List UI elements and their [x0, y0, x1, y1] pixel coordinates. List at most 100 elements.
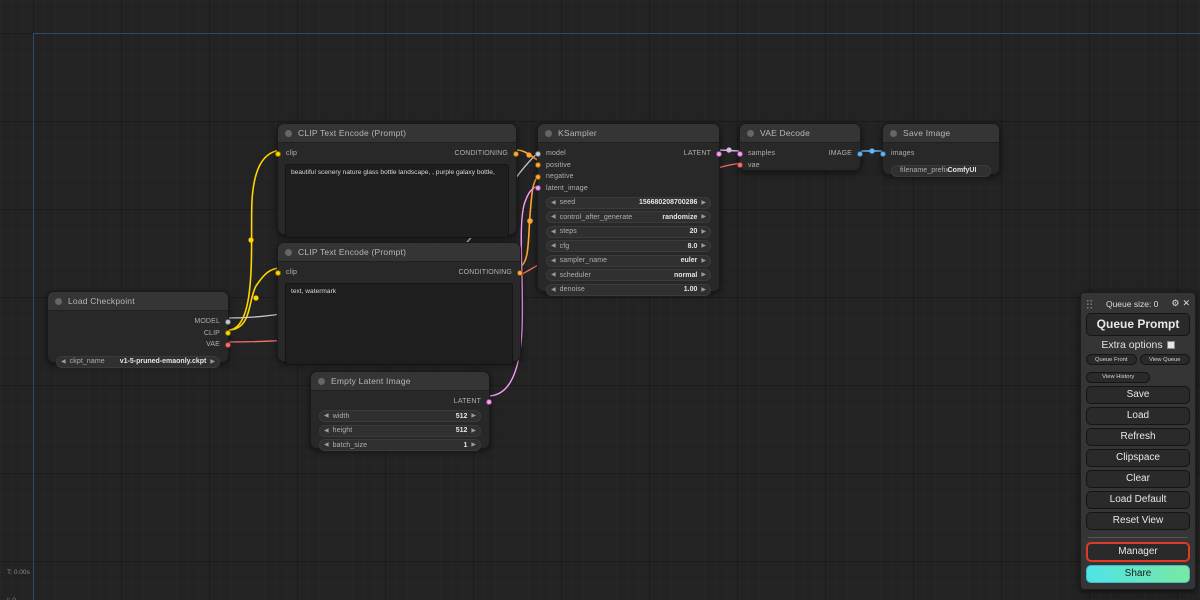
- prompt-textarea[interactable]: beautiful scenery nature glass bottle la…: [285, 163, 509, 238]
- node-header[interactable]: VAE Decode: [740, 124, 860, 143]
- port-negative-icon[interactable]: [535, 173, 541, 180]
- refresh-button[interactable]: Refresh: [1086, 428, 1190, 446]
- widget-scheduler[interactable]: ◀ scheduler normal ▶: [546, 269, 711, 281]
- slot-samples-in[interactable]: samples IMAGE: [737, 148, 863, 160]
- widget-control-after-generate[interactable]: ◀ control_after_generate randomize ▶: [546, 211, 711, 223]
- collapse-dot-icon[interactable]: [285, 248, 292, 256]
- node-clip-text-encode-negative[interactable]: CLIP Text Encode (Prompt) clip CONDITION…: [275, 242, 523, 365]
- slot-model-in[interactable]: model LATENT: [535, 148, 722, 160]
- node-header[interactable]: Empty Latent Image: [311, 372, 489, 391]
- prompt-textarea[interactable]: text, watermark: [285, 282, 513, 365]
- reset-view-button[interactable]: Reset View: [1086, 512, 1190, 530]
- port-conditioning-icon[interactable]: [517, 269, 523, 276]
- node-vae-decode[interactable]: VAE Decode samples IMAGE vae: [737, 123, 863, 172]
- port-images-icon[interactable]: [880, 150, 886, 157]
- decrement-arrow-icon[interactable]: ◀: [551, 243, 556, 249]
- collapse-dot-icon[interactable]: [747, 129, 754, 137]
- widget-filename-prefix[interactable]: filename_prefix ComfyUI: [891, 164, 991, 177]
- extra-options-row[interactable]: Extra options: [1086, 339, 1190, 351]
- node-load-checkpoint[interactable]: Load Checkpoint MODEL CLIP VAE ◀ ckpt_na…: [47, 291, 231, 368]
- slot-images-in[interactable]: images: [880, 148, 999, 160]
- port-latent-image-icon[interactable]: [535, 185, 541, 192]
- increment-arrow-icon[interactable]: ▶: [471, 428, 476, 434]
- port-latent-icon[interactable]: [486, 398, 492, 405]
- increment-arrow-icon[interactable]: ▶: [701, 287, 706, 293]
- collapse-dot-icon[interactable]: [285, 129, 292, 137]
- node-header[interactable]: KSampler: [538, 124, 719, 143]
- previous-arrow-icon[interactable]: ◀: [61, 359, 66, 365]
- increment-arrow-icon[interactable]: ▶: [701, 258, 706, 264]
- port-clip-icon[interactable]: [275, 269, 281, 276]
- decrement-arrow-icon[interactable]: ◀: [324, 428, 329, 434]
- widget-denoise[interactable]: ◀ denoise 1.00 ▶: [546, 283, 711, 296]
- decrement-arrow-icon[interactable]: ◀: [551, 214, 556, 220]
- increment-arrow-icon[interactable]: ▶: [471, 442, 476, 448]
- save-button[interactable]: Save: [1086, 386, 1190, 404]
- port-model-icon[interactable]: [225, 318, 231, 325]
- widget-steps[interactable]: ◀ steps 20 ▶: [546, 225, 711, 238]
- drag-handle-icon[interactable]: [1086, 298, 1093, 309]
- decrement-arrow-icon[interactable]: ◀: [551, 272, 556, 278]
- clipspace-button[interactable]: Clipspace: [1086, 449, 1190, 467]
- slot-clip-out[interactable]: CLIP: [48, 328, 231, 340]
- extra-options-checkbox[interactable]: [1166, 341, 1175, 349]
- node-save-image[interactable]: Save Image images filename_prefix ComfyU…: [880, 123, 1000, 177]
- slot-vae-out[interactable]: VAE: [48, 339, 231, 351]
- slot-positive-in[interactable]: positive: [535, 160, 719, 172]
- decrement-arrow-icon[interactable]: ◀: [551, 200, 556, 206]
- view-queue-button[interactable]: View Queue: [1139, 354, 1190, 365]
- manager-button[interactable]: Manager: [1086, 542, 1190, 562]
- comfy-menu-panel[interactable]: Queue size: 0 ⚙ ✕ Queue Prompt Extra opt…: [1080, 292, 1196, 590]
- load-default-button[interactable]: Load Default: [1086, 491, 1190, 509]
- slot-model-out[interactable]: MODEL: [48, 316, 231, 328]
- node-header[interactable]: CLIP Text Encode (Prompt): [278, 124, 516, 143]
- decrement-arrow-icon[interactable]: ◀: [324, 442, 329, 448]
- widget-cfg[interactable]: ◀ cfg 8.0 ▶: [546, 240, 711, 252]
- slot-clip-in[interactable]: clip CONDITIONING: [275, 267, 523, 279]
- collapse-dot-icon[interactable]: [545, 129, 552, 137]
- port-clip-icon[interactable]: [275, 150, 281, 157]
- queue-front-button[interactable]: Queue Front: [1086, 354, 1137, 365]
- decrement-arrow-icon[interactable]: ◀: [324, 413, 329, 419]
- widget-sampler-name[interactable]: ◀ sampler_name euler ▶: [546, 254, 711, 267]
- view-history-button[interactable]: View History: [1086, 371, 1151, 383]
- widget-width[interactable]: ◀ width 512 ▶: [319, 410, 481, 422]
- port-model-icon[interactable]: [535, 150, 541, 157]
- decrement-arrow-icon[interactable]: ◀: [551, 287, 556, 293]
- increment-arrow-icon[interactable]: ▶: [701, 214, 706, 220]
- collapse-dot-icon[interactable]: [318, 377, 325, 385]
- slot-vae-in[interactable]: vae: [737, 160, 860, 172]
- node-header[interactable]: Load Checkpoint: [48, 292, 228, 311]
- node-clip-text-encode-positive[interactable]: CLIP Text Encode (Prompt) clip CONDITION…: [275, 123, 519, 238]
- widget-height[interactable]: ◀ height 512 ▶: [319, 424, 481, 437]
- slot-latent-image-in[interactable]: latent_image: [535, 183, 719, 195]
- menu-titlebar[interactable]: Queue size: 0 ⚙ ✕: [1086, 297, 1190, 310]
- widget-seed[interactable]: ◀ seed 156680208700286 ▶: [546, 196, 711, 209]
- slot-clip-in[interactable]: clip CONDITIONING: [275, 148, 519, 160]
- increment-arrow-icon[interactable]: ▶: [471, 413, 476, 419]
- port-conditioning-icon[interactable]: [513, 150, 519, 157]
- increment-arrow-icon[interactable]: ▶: [701, 243, 706, 249]
- slot-negative-in[interactable]: negative: [535, 171, 719, 183]
- increment-arrow-icon[interactable]: ▶: [701, 229, 706, 235]
- share-button[interactable]: Share: [1086, 565, 1190, 583]
- load-button[interactable]: Load: [1086, 407, 1190, 425]
- port-vae-icon[interactable]: [737, 162, 743, 169]
- widget-ckpt-name[interactable]: ◀ ckpt_name v1-5-pruned-emaonly.ckpt ▶: [56, 355, 220, 368]
- node-header[interactable]: CLIP Text Encode (Prompt): [278, 243, 520, 262]
- widget-batch-size[interactable]: ◀ batch_size 1 ▶: [319, 439, 481, 451]
- node-empty-latent-image[interactable]: Empty Latent Image LATENT ◀ width 512 ▶ …: [310, 371, 492, 451]
- increment-arrow-icon[interactable]: ▶: [701, 272, 706, 278]
- collapse-dot-icon[interactable]: [890, 129, 897, 137]
- next-arrow-icon[interactable]: ▶: [210, 359, 215, 365]
- node-ksampler[interactable]: KSampler model LATENT positive negative …: [535, 123, 722, 296]
- port-vae-icon[interactable]: [225, 341, 231, 348]
- clear-button[interactable]: Clear: [1086, 470, 1190, 488]
- gear-icon[interactable]: ⚙: [1171, 299, 1179, 308]
- port-image-icon[interactable]: [857, 150, 863, 157]
- port-positive-icon[interactable]: [535, 162, 541, 169]
- decrement-arrow-icon[interactable]: ◀: [551, 258, 556, 264]
- port-samples-icon[interactable]: [737, 150, 743, 157]
- queue-prompt-button[interactable]: Queue Prompt: [1086, 313, 1190, 336]
- port-latent-icon[interactable]: [716, 150, 722, 157]
